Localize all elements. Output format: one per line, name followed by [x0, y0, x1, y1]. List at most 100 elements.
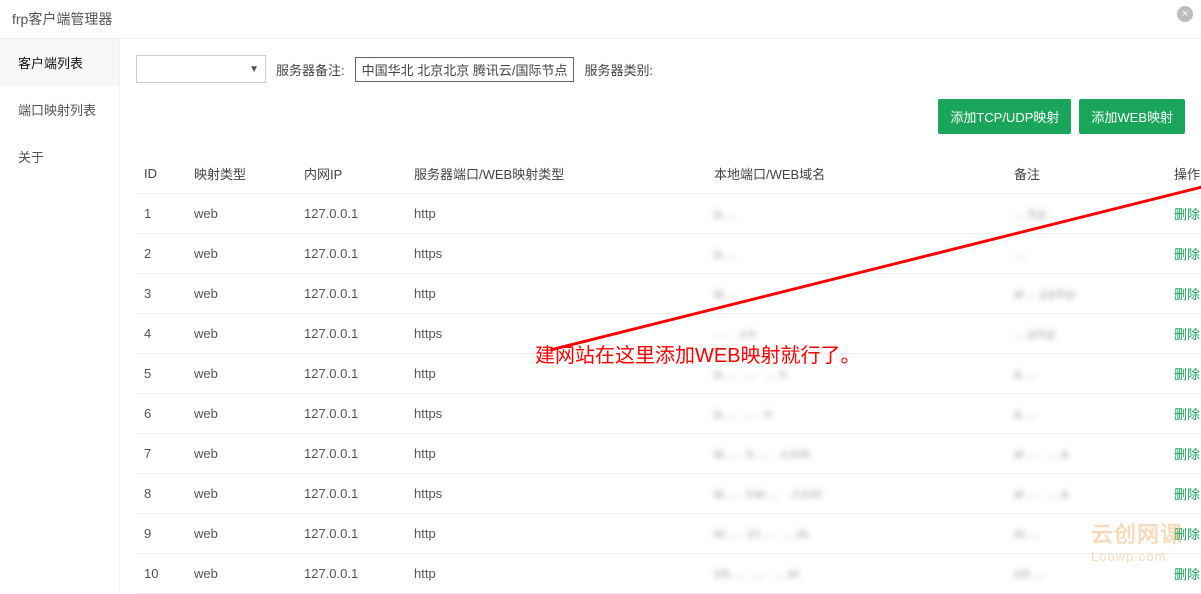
cell-port: http: [406, 554, 706, 594]
cell-note: …: [1006, 234, 1166, 274]
cell-note: a…: [1006, 354, 1166, 394]
sidebar-item-label: 端口映射列表: [18, 103, 96, 118]
cell-domain: a…: [706, 194, 1006, 234]
server-select[interactable]: ▼: [136, 55, 266, 83]
close-icon[interactable]: ×: [1177, 6, 1193, 22]
cell-port: http: [406, 354, 706, 394]
app-title: frp客户端管理器: [12, 9, 112, 29]
cell-op: 删除: [1166, 434, 1201, 474]
cell-type: web: [186, 234, 296, 274]
cell-type: web: [186, 434, 296, 474]
cell-ip: 127.0.0.1: [296, 554, 406, 594]
delete-link[interactable]: 删除: [1174, 487, 1200, 502]
cell-id: 6: [136, 394, 186, 434]
cell-type: web: [186, 474, 296, 514]
cell-port: https: [406, 474, 706, 514]
cell-domain: w…: [706, 274, 1006, 314]
cell-port: https: [406, 234, 706, 274]
cell-ip: 127.0.0.1: [296, 234, 406, 274]
th-ip: 内网IP: [296, 154, 406, 194]
table-row: 3web127.0.0.1httpw…w…yphp删除: [136, 274, 1201, 314]
server-type-label: 服务器类别:: [584, 60, 653, 79]
table-row: 10web127.0.0.1httpsh… … …msh…删除: [136, 554, 1201, 594]
server-remark-label: 服务器备注:: [276, 60, 345, 79]
table-row: 1web127.0.0.1httpa……hp删除: [136, 194, 1201, 234]
delete-link[interactable]: 删除: [1174, 447, 1200, 462]
app-header: frp客户端管理器: [0, 0, 1201, 39]
cell-note: w… …a: [1006, 474, 1166, 514]
th-type: 映射类型: [186, 154, 296, 194]
th-port: 服务器端口/WEB映射类型: [406, 154, 706, 194]
delete-link[interactable]: 删除: [1174, 247, 1200, 262]
cell-port: https: [406, 394, 706, 434]
cell-op: 删除: [1166, 314, 1201, 354]
cell-note: a…: [1006, 394, 1166, 434]
cell-op: 删除: [1166, 354, 1201, 394]
cell-note: m…: [1006, 514, 1166, 554]
cell-op: 删除: [1166, 234, 1201, 274]
th-note: 备注: [1006, 154, 1166, 194]
cell-port: http: [406, 434, 706, 474]
cell-id: 10: [136, 554, 186, 594]
cell-id: 9: [136, 514, 186, 554]
cell-op: 删除: [1166, 554, 1201, 594]
cell-id: 1: [136, 194, 186, 234]
cell-ip: 127.0.0.1: [296, 434, 406, 474]
cell-domain: … .cn: [706, 314, 1006, 354]
delete-link[interactable]: 删除: [1174, 407, 1200, 422]
actions-row: 添加TCP/UDP映射 添加WEB映射: [136, 99, 1185, 154]
th-domain: 本地端口/WEB域名: [706, 154, 1006, 194]
cell-op: 删除: [1166, 474, 1201, 514]
cell-ip: 127.0.0.1: [296, 474, 406, 514]
table-row: 2web127.0.0.1httpsa……删除: [136, 234, 1201, 274]
cell-type: web: [186, 554, 296, 594]
main-panel: ▼ 服务器备注: 中国华北 北京北京 腾讯云/国际节点 服务器类别: 添加TCP…: [120, 39, 1201, 594]
cell-port: http: [406, 274, 706, 314]
cell-port: https: [406, 314, 706, 354]
cell-id: 7: [136, 434, 186, 474]
cell-note: …php: [1006, 314, 1166, 354]
cell-note: …hp: [1006, 194, 1166, 234]
cell-domain: sh… … …m: [706, 554, 1006, 594]
add-tcpudp-button[interactable]: 添加TCP/UDP映射: [938, 99, 1071, 134]
cell-ip: 127.0.0.1: [296, 354, 406, 394]
cell-op: 删除: [1166, 274, 1201, 314]
sidebar: 客户端列表 端口映射列表 关于: [0, 39, 120, 594]
sidebar-item-about[interactable]: 关于: [0, 133, 119, 180]
cell-note: w…yphp: [1006, 274, 1166, 314]
sidebar-item-clients[interactable]: 客户端列表: [0, 39, 119, 86]
cell-domain: a… … …n: [706, 354, 1006, 394]
delete-link[interactable]: 删除: [1174, 527, 1200, 542]
cell-ip: 127.0.0.1: [296, 274, 406, 314]
cell-ip: 127.0.0.1: [296, 394, 406, 434]
cell-domain: a… … n: [706, 394, 1006, 434]
delete-link[interactable]: 删除: [1174, 287, 1200, 302]
delete-link[interactable]: 删除: [1174, 567, 1200, 582]
sidebar-item-label: 客户端列表: [18, 56, 83, 71]
cell-ip: 127.0.0.1: [296, 314, 406, 354]
cell-port: http: [406, 514, 706, 554]
cell-domain: m… zt… …m: [706, 514, 1006, 554]
cell-op: 删除: [1166, 194, 1201, 234]
cell-op: 删除: [1166, 394, 1201, 434]
add-web-button[interactable]: 添加WEB映射: [1079, 99, 1185, 134]
cell-ip: 127.0.0.1: [296, 194, 406, 234]
delete-link[interactable]: 删除: [1174, 367, 1200, 382]
cell-domain: w… n… .com: [706, 434, 1006, 474]
th-id: ID: [136, 154, 186, 194]
cell-ip: 127.0.0.1: [296, 514, 406, 554]
cell-id: 5: [136, 354, 186, 394]
table-row: 8web127.0.0.1httpsw… nw… .comw… …a删除: [136, 474, 1201, 514]
cell-op: 删除: [1166, 514, 1201, 554]
sidebar-item-port-mappings[interactable]: 端口映射列表: [0, 86, 119, 133]
delete-link[interactable]: 删除: [1174, 327, 1200, 342]
table-header-row: ID 映射类型 内网IP 服务器端口/WEB映射类型 本地端口/WEB域名 备注…: [136, 154, 1201, 194]
toolbar: ▼ 服务器备注: 中国华北 北京北京 腾讯云/国际节点 服务器类别:: [136, 49, 1185, 99]
cell-type: web: [186, 314, 296, 354]
sidebar-item-label: 关于: [18, 150, 44, 165]
cell-type: web: [186, 194, 296, 234]
chevron-down-icon: ▼: [249, 64, 259, 75]
table-row: 4web127.0.0.1https… .cn…php删除: [136, 314, 1201, 354]
cell-domain: a…: [706, 234, 1006, 274]
delete-link[interactable]: 删除: [1174, 207, 1200, 222]
